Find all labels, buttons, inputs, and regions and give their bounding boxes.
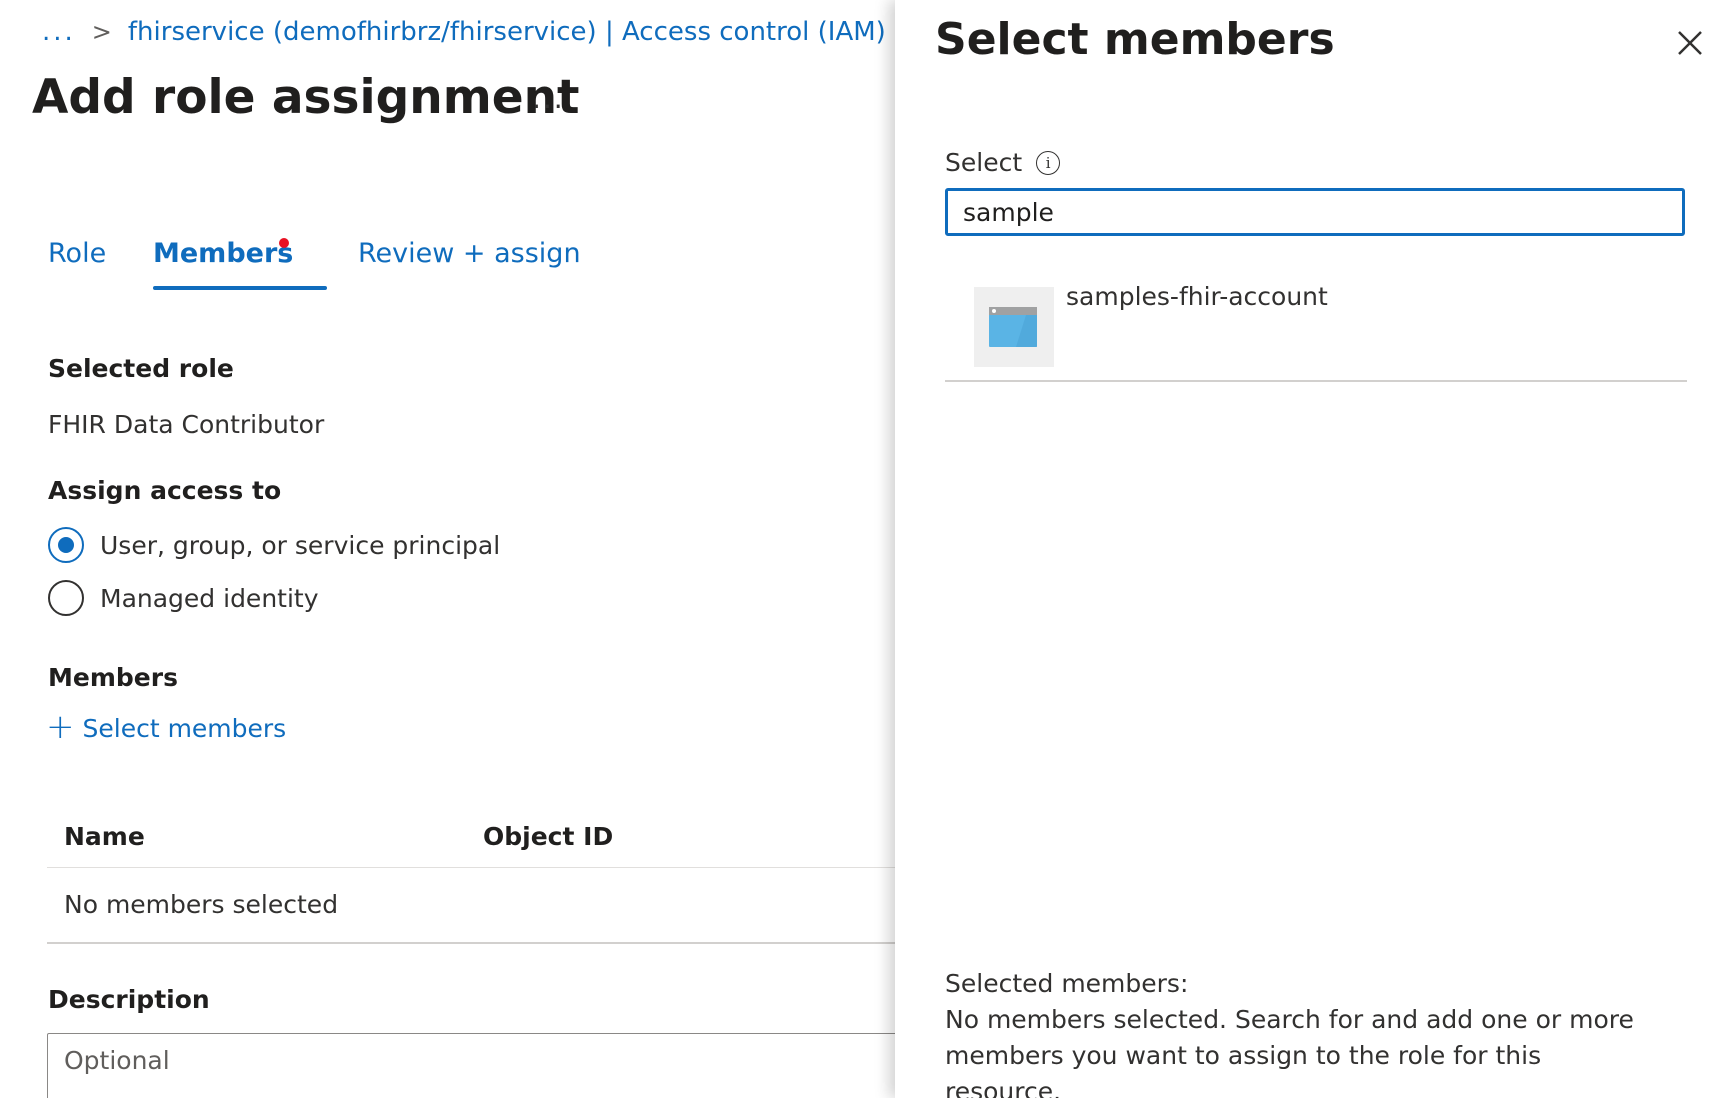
page-root: ... > fhirservice (demofhirbrz/fhirservi… xyxy=(0,0,1720,1098)
unsaved-indicator-dot xyxy=(279,238,289,248)
info-icon[interactable]: i xyxy=(1036,150,1061,175)
select-members-link[interactable]: + Select members xyxy=(46,706,287,747)
assign-access-heading: Assign access to xyxy=(48,476,282,505)
breadcrumb-overflow-button[interactable]: ... xyxy=(42,17,76,47)
members-heading: Members xyxy=(48,663,178,692)
more-options-button[interactable]: ... xyxy=(532,82,565,115)
member-search-input[interactable] xyxy=(945,188,1685,236)
table-empty-row: No members selected xyxy=(47,868,895,944)
select-members-label: Select members xyxy=(82,714,287,743)
selected-members-heading: Selected members: xyxy=(945,969,1189,998)
radio-checked-icon[interactable] xyxy=(48,527,84,563)
radio-label: Managed identity xyxy=(100,583,319,613)
selected-role-value: FHIR Data Contributor xyxy=(48,410,325,439)
breadcrumb-link-iam[interactable]: fhirservice (demofhirbrz/fhirservice) | … xyxy=(128,17,886,47)
select-label-row: Select i xyxy=(945,148,1061,177)
select-label: Select xyxy=(945,148,1023,177)
add-role-assignment-pane: ... > fhirservice (demofhirbrz/fhirservi… xyxy=(0,0,895,1098)
result-name: samples-fhir-account xyxy=(1066,282,1328,311)
selected-members-summary: Selected members: No members selected. S… xyxy=(945,966,1645,1098)
tab-role[interactable]: Role xyxy=(48,238,106,292)
radio-label: User, group, or service principal xyxy=(100,530,501,560)
radio-user-group-sp[interactable]: User, group, or service principal xyxy=(48,527,500,563)
tab-review-assign[interactable]: Review + assign xyxy=(358,238,581,292)
plus-icon: + xyxy=(46,706,75,747)
column-header-name: Name xyxy=(64,822,145,851)
search-result-item[interactable]: samples-fhir-account xyxy=(945,280,1687,382)
app-registration-icon xyxy=(974,287,1054,367)
chevron-right-icon: > xyxy=(91,18,112,46)
table-header: Name Object ID xyxy=(47,808,895,868)
close-icon[interactable] xyxy=(1673,26,1707,60)
empty-state-text: No members selected xyxy=(64,890,339,919)
description-heading: Description xyxy=(48,985,210,1014)
selected-members-message: No members selected. Search for and add … xyxy=(945,1005,1634,1098)
radio-managed-identity[interactable]: Managed identity xyxy=(48,580,319,616)
panel-title: Select members xyxy=(935,14,1335,65)
members-table: Name Object ID No members selected xyxy=(47,808,895,944)
selected-role-heading: Selected role xyxy=(48,354,234,383)
breadcrumb: ... > fhirservice (demofhirbrz/fhirservi… xyxy=(42,14,895,50)
select-members-panel: Select members Select i samples-fhir-acc… xyxy=(895,0,1720,1098)
page-title: Add role assignment xyxy=(32,70,580,125)
radio-unchecked-icon[interactable] xyxy=(48,580,84,616)
tab-members[interactable]: Members xyxy=(153,238,328,292)
column-header-object-id: Object ID xyxy=(483,822,614,851)
description-field[interactable] xyxy=(47,1033,895,1098)
